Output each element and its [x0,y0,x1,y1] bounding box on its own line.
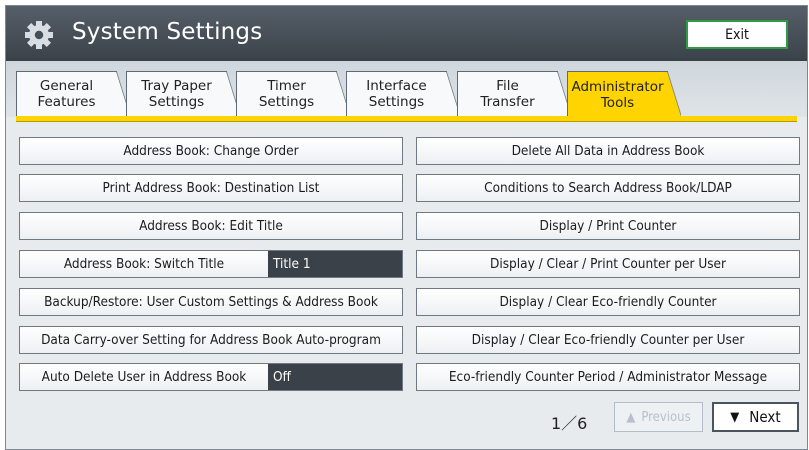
active-tab-underline [16,116,797,122]
print-address-book-destination-list-button[interactable]: Print Address Book: Destination List [19,174,403,202]
tab-label-line1: General [39,78,94,94]
tab-interface-settings[interactable]: Interface Settings [346,71,460,116]
tab-label-line1: Timer [267,78,306,94]
tab-label-line2: Settings [148,94,205,110]
tab-bar: General Features Tray Paper Settings Timer… [6,61,807,118]
switch-title-label: Address Book: Switch Title [63,256,225,272]
eco-friendly-counter-per-user-button[interactable]: Display / Clear Eco-friendly Counter per… [416,326,800,354]
tab-label-line1: Interface [366,78,427,94]
up-triangle-icon: ▲ [626,409,636,425]
previous-button[interactable]: ▲ Previous [614,402,703,432]
settings-window: System Settings Exit General Features Tra… [5,5,808,450]
address-book-switch-title-button[interactable]: Address Book: Switch Title Title 1 [19,250,403,278]
eco-friendly-counter-period-button[interactable]: Eco-friendly Counter Period / Administra… [416,363,800,391]
auto-delete-value: Off [268,364,402,390]
tab-file-transfer[interactable]: File Transfer [457,71,571,116]
tab-label-line1: Administrator [571,79,664,95]
display-print-counter-button[interactable]: Display / Print Counter [416,212,800,240]
gear-icon [25,21,53,49]
exit-button[interactable]: Exit [686,20,788,49]
switch-title-value: Title 1 [268,251,402,277]
tab-label-line2: Features [37,94,96,110]
tab-administrator-tools[interactable]: Administrator Tools [567,71,681,118]
auto-delete-user-button[interactable]: Auto Delete User in Address Book Off [19,363,403,391]
tab-timer-settings[interactable]: Timer Settings [236,71,350,116]
address-book-edit-title-button[interactable]: Address Book: Edit Title [19,212,403,240]
counter-per-user-button[interactable]: Display / Clear / Print Counter per User [416,250,800,278]
tab-general-features[interactable]: General Features [16,71,130,116]
auto-delete-label: Auto Delete User in Address Book [41,369,247,385]
page-title: System Settings [72,19,263,45]
tab-label-line1: Tray Paper [141,78,212,94]
tab-label-line2: Settings [258,94,315,110]
tab-tray-paper-settings[interactable]: Tray Paper Settings [126,71,240,116]
delete-all-data-button[interactable]: Delete All Data in Address Book [416,137,800,165]
previous-label: Previous [641,409,691,425]
address-book-change-order-button[interactable]: Address Book: Change Order [19,137,403,165]
backup-restore-button[interactable]: Backup/Restore: User Custom Settings & A… [19,288,403,316]
next-button[interactable]: ▼ Next [712,402,799,432]
tab-label-line1: File [496,78,519,94]
tab-label-line2: Tools [600,95,635,111]
next-label: Next [749,408,781,426]
data-carry-over-setting-button[interactable]: Data Carry-over Setting for Address Book… [19,326,403,354]
page-indicator: 1／6 [551,414,588,433]
tab-label-line2: Transfer [480,94,535,110]
conditions-to-search-button[interactable]: Conditions to Search Address Book/LDAP [416,174,800,202]
down-triangle-icon: ▼ [730,409,740,425]
eco-friendly-counter-button[interactable]: Display / Clear Eco-friendly Counter [416,288,800,316]
title-bar: System Settings Exit [6,6,807,61]
tab-label-line2: Settings [368,94,425,110]
